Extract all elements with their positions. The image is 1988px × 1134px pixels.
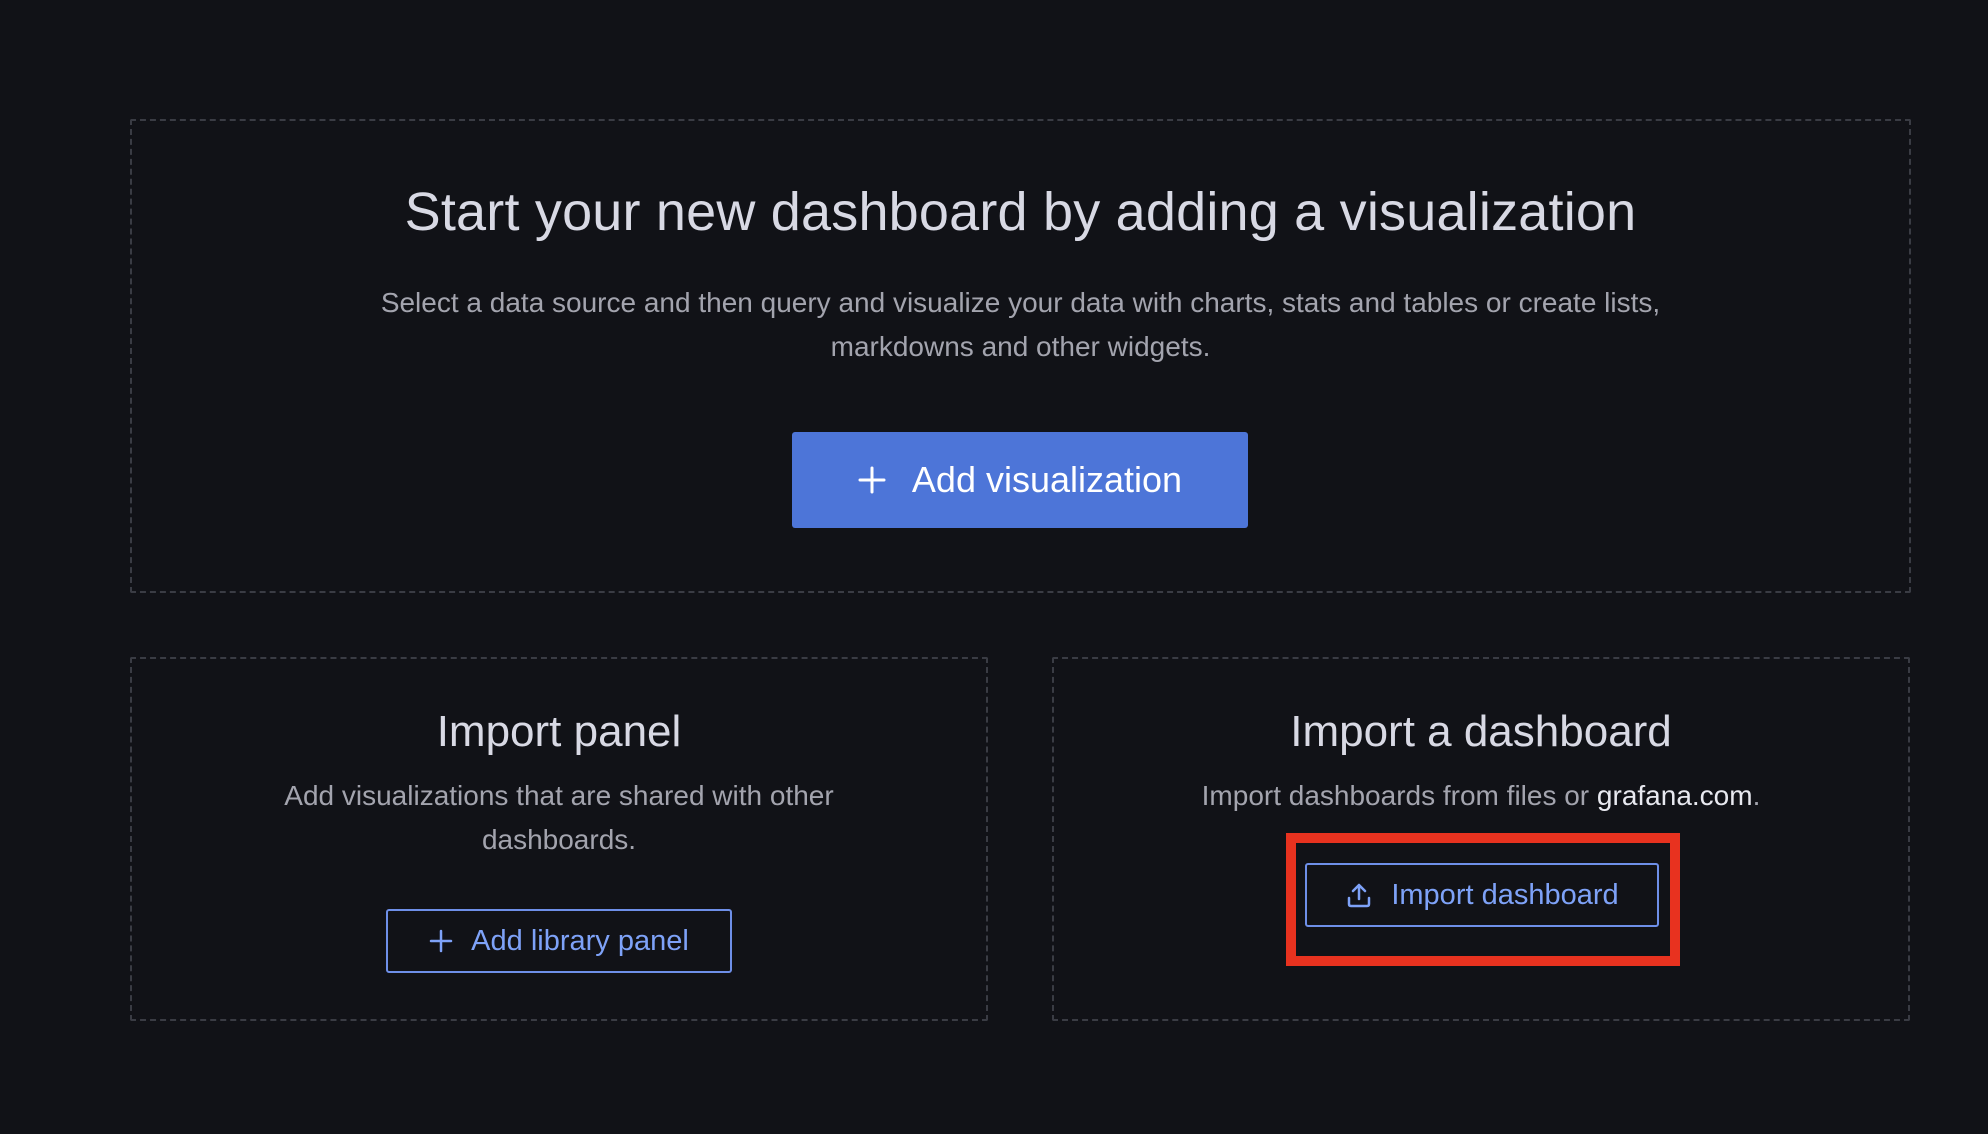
upload-icon — [1345, 881, 1373, 909]
import-dashboard-description-suffix: . — [1752, 780, 1761, 811]
hero-title: Start your new dashboard by adding a vis… — [404, 182, 1637, 242]
import-dashboard-button[interactable]: Import dashboard — [1305, 863, 1659, 927]
import-dashboard-description: Import dashboards from files or grafana.… — [1164, 774, 1798, 818]
import-dashboard-description-prefix: Import dashboards from files or — [1201, 780, 1597, 811]
import-dashboard-label: Import dashboard — [1391, 878, 1619, 911]
import-dashboard-title: Import a dashboard — [1290, 707, 1672, 756]
import-panel-title: Import panel — [436, 707, 682, 756]
import-panel-description: Add visualizations that are shared with … — [284, 780, 834, 855]
grafana-com-link[interactable]: grafana.com — [1597, 780, 1753, 811]
hero-description: Select a data source and then query and … — [380, 287, 1661, 362]
plus-icon — [429, 929, 453, 953]
add-visualization-label: Add visualization — [911, 459, 1183, 500]
empty-dashboard-page: Start your new dashboard by adding a vis… — [0, 0, 1988, 1134]
add-library-panel-label: Add library panel — [471, 924, 689, 957]
plus-icon — [858, 466, 886, 494]
add-visualization-button[interactable]: Add visualization — [792, 432, 1248, 528]
import-panel-section: Import panel Add visualizations that are… — [130, 657, 988, 1021]
import-dashboard-section: Import a dashboard Import dashboards fro… — [1052, 657, 1910, 1021]
add-visualization-section: Start your new dashboard by adding a vis… — [130, 119, 1911, 593]
add-library-panel-button[interactable]: Add library panel — [386, 909, 732, 973]
